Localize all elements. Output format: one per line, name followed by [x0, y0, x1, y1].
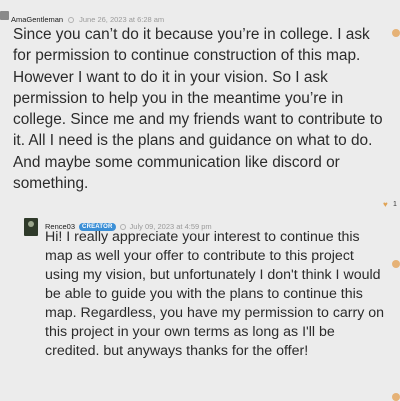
- comment-date: June 26, 2023 at 6:28 am: [79, 15, 165, 24]
- like-indicator-icon: [392, 260, 400, 268]
- avatar[interactable]: [24, 218, 38, 236]
- comment-text: Since you can’t do it because you’re in …: [13, 26, 383, 193]
- comment-author[interactable]: AmaGentleman: [11, 15, 63, 24]
- reply-text: Hi! I really appreciate your interest to…: [45, 229, 385, 359]
- comment-meta: AmaGentleman June 26, 2023 at 6:28 am: [11, 15, 164, 24]
- like-indicator-icon: [392, 29, 400, 37]
- avatar[interactable]: [0, 11, 9, 20]
- heart-icon[interactable]: ♥: [383, 201, 388, 209]
- like-count: 1: [393, 201, 397, 208]
- clock-icon: [68, 16, 75, 23]
